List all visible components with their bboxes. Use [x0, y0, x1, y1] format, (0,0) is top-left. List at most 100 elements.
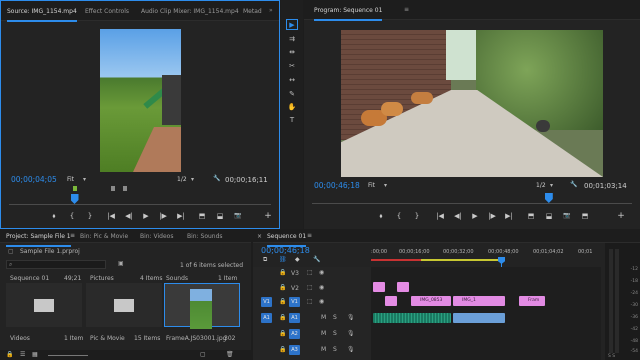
overwrite-button[interactable]: ⬓	[215, 211, 225, 221]
comparison-view-button[interactable]: ⬒	[580, 211, 590, 221]
tab-sequence[interactable]: Sequence 01	[267, 233, 307, 247]
marker-icon[interactable]	[123, 186, 127, 191]
timeline-timecode[interactable]: 00;00;46;18	[261, 246, 310, 255]
selection-tool-icon[interactable]: ▶	[286, 19, 298, 30]
new-item-icon[interactable]: ▢	[200, 351, 206, 358]
trash-icon[interactable]: 🗑	[226, 351, 234, 358]
eye-icon[interactable]: ◉	[319, 298, 324, 305]
track-select-icon[interactable]: ⇉	[286, 34, 298, 45]
lift-button[interactable]: ⬒	[526, 211, 536, 221]
toggle-output-icon[interactable]: ⬚	[307, 298, 313, 305]
chevron-down-icon[interactable]: ▾	[83, 176, 86, 183]
mark-in-button[interactable]: {	[67, 211, 77, 221]
add-button[interactable]: +	[616, 211, 626, 221]
lock-icon[interactable]: 🔒	[279, 330, 286, 337]
tab-metadata[interactable]: Metad	[243, 8, 262, 15]
add-button[interactable]: +	[263, 211, 273, 221]
item-name[interactable]: FrameA.JS03001.jpg	[166, 335, 226, 342]
step-back-button[interactable]: ◀|	[124, 211, 134, 221]
linked-selection-icon[interactable]: ⛓	[279, 256, 287, 263]
video-clip[interactable]	[397, 282, 409, 292]
video-clip[interactable]	[373, 282, 385, 292]
tab-bin-sounds[interactable]: Bin: Sounds	[187, 233, 223, 240]
toggle-output-icon[interactable]: ⬚	[307, 284, 313, 291]
mute-button[interactable]: M	[321, 330, 326, 337]
list-view-icon[interactable]: ☰	[20, 351, 25, 358]
wrench-icon[interactable]: 🔧	[570, 181, 577, 188]
in-marker-icon[interactable]	[73, 186, 77, 191]
track-area[interactable]: IMG_0853 IMG_1 Fram	[371, 267, 601, 360]
microphone-icon[interactable]: 🎙	[347, 314, 355, 321]
mute-button[interactable]: M	[321, 314, 326, 321]
go-to-in-button[interactable]: |◀	[106, 211, 116, 221]
track-label-a1[interactable]: A1	[289, 313, 300, 323]
solo-button[interactable]: S	[333, 314, 337, 321]
tab-bin-pic-movie[interactable]: Bin: Pic & Movie	[80, 233, 128, 240]
mute-button[interactable]: M	[321, 346, 326, 353]
tab-bin-videos[interactable]: Bin: Videos	[140, 233, 173, 240]
source-patch-a1[interactable]: A1	[261, 313, 272, 323]
video-clip-img-1[interactable]: IMG_1	[453, 296, 505, 306]
step-forward-button[interactable]: |▶	[158, 211, 168, 221]
type-icon[interactable]: T	[286, 115, 298, 126]
source-timecode-current[interactable]: 00;00;04;05	[11, 175, 57, 184]
tab-program[interactable]: Program: Sequence 01	[314, 7, 383, 21]
solo-button[interactable]: S	[333, 346, 337, 353]
menu-icon[interactable]: ≡	[70, 232, 75, 239]
insert-button[interactable]: ⬒	[197, 211, 207, 221]
snap-icon[interactable]: ⧉	[263, 256, 267, 264]
lock-icon[interactable]: 🔒	[279, 269, 286, 276]
item-name[interactable]: Sequence 01	[10, 275, 49, 282]
tab-effect-controls[interactable]: Effect Controls	[85, 8, 129, 15]
video-clip-frame[interactable]: Fram	[519, 296, 545, 306]
go-to-out-button[interactable]: ▶|	[176, 211, 186, 221]
solo-button[interactable]: S	[333, 330, 337, 337]
razor-icon[interactable]: ✂	[286, 61, 298, 72]
video-clip-img-0853[interactable]: IMG_0853	[411, 296, 451, 306]
menu-icon[interactable]: ≡	[404, 6, 409, 13]
tab-overflow-icon[interactable]: »	[269, 7, 273, 14]
item-name[interactable]: Pic & Movie	[90, 335, 125, 342]
item-name[interactable]: Videos	[10, 335, 30, 342]
track-label-a3[interactable]: A3	[289, 345, 300, 355]
ripple-edit-icon[interactable]: ⇹	[286, 47, 298, 58]
item-name[interactable]: Pictures	[90, 275, 114, 282]
tab-audio-clip-mixer[interactable]: Audio Clip Mixer: IMG_1154.mp4	[141, 8, 239, 15]
sequence-thumbnail[interactable]	[6, 283, 82, 327]
source-scrub-bar[interactable]	[9, 204, 271, 205]
step-back-button[interactable]: ◀|	[453, 211, 463, 221]
program-playhead[interactable]	[544, 193, 553, 203]
step-forward-button[interactable]: |▶	[487, 211, 497, 221]
source-resolution-select[interactable]: 1/2	[177, 176, 187, 183]
source-fit-select[interactable]: Fit	[67, 176, 74, 183]
add-marker-button[interactable]: ⬧	[376, 211, 386, 221]
eye-icon[interactable]: ◉	[319, 284, 324, 291]
lock-icon[interactable]: 🔒	[279, 298, 286, 305]
lock-icon[interactable]: 🔒	[279, 314, 286, 321]
wrench-icon[interactable]: 🔧	[313, 256, 320, 263]
microphone-icon[interactable]: 🎙	[347, 346, 355, 353]
play-button[interactable]: ▶	[141, 211, 151, 221]
play-button[interactable]: ▶	[470, 211, 480, 221]
eye-icon[interactable]: ◉	[319, 269, 324, 276]
item-name[interactable]: Sounds	[166, 275, 188, 282]
lock-icon[interactable]: 🔒	[279, 346, 286, 353]
program-scrub-bar[interactable]	[312, 203, 632, 204]
icon-view-icon[interactable]: ▦	[32, 351, 38, 358]
close-icon[interactable]: ×	[257, 233, 262, 240]
lock-icon[interactable]: 🔒	[6, 351, 13, 358]
toggle-output-icon[interactable]: ⬚	[307, 269, 313, 276]
tab-project[interactable]: Project: Sample File 1	[6, 233, 71, 247]
zoom-slider[interactable]	[48, 355, 88, 356]
track-label-v1[interactable]: V1	[289, 297, 300, 307]
mark-in-button[interactable]: {	[394, 211, 404, 221]
chevron-down-icon[interactable]: ▾	[384, 182, 387, 189]
go-to-out-button[interactable]: ▶|	[504, 211, 514, 221]
microphone-icon[interactable]: 🎙	[347, 330, 355, 337]
tab-source[interactable]: Source: IMG_1154.mp4	[7, 8, 77, 22]
mark-out-button[interactable]: }	[412, 211, 422, 221]
source-patch-v1[interactable]: V1	[261, 297, 272, 307]
wrench-icon[interactable]: 🔧	[213, 175, 220, 182]
program-resolution-select[interactable]: 1/2	[536, 182, 546, 189]
pictures-bin-thumbnail[interactable]	[86, 283, 162, 327]
